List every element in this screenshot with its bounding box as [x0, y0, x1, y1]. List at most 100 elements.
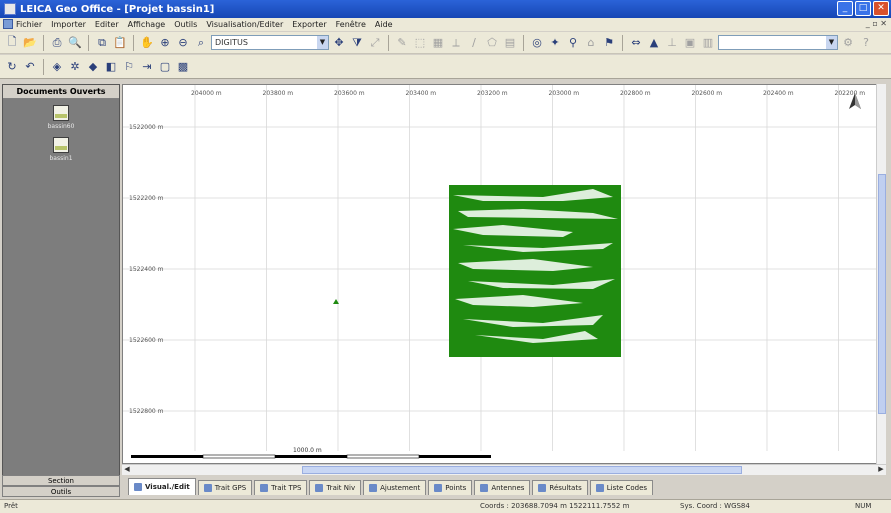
- paste-icon[interactable]: 📋: [112, 35, 128, 51]
- menu-exporter[interactable]: Exporter: [292, 20, 326, 29]
- minimize-button[interactable]: _: [837, 1, 853, 16]
- open-folder-icon[interactable]: 📂: [22, 35, 38, 51]
- tab-ajustement[interactable]: Ajustement: [363, 480, 427, 495]
- window-icon[interactable]: ▢: [157, 59, 173, 75]
- copy-icon[interactable]: ⧉: [94, 35, 110, 51]
- y-tick-label: 1522000 m: [129, 124, 164, 131]
- tab-trait-gps[interactable]: Trait GPS: [197, 480, 253, 495]
- tool-select[interactable]: ▼: [718, 35, 838, 50]
- map-canvas[interactable]: 204000 m 203800 m 203600 m 203400 m 203200 m…: [123, 85, 886, 464]
- scroll-right-arrow[interactable]: ▶: [876, 465, 886, 475]
- menu-editer[interactable]: Editer: [95, 20, 119, 29]
- survey-points-area[interactable]: [449, 185, 621, 357]
- menu-affichage[interactable]: Affichage: [128, 20, 166, 29]
- mdi-controls[interactable]: _ ▫ ✕: [866, 19, 887, 28]
- secondary-toolbar: ↻ ↶ ◈ ✲ ◆ ◧ ⚐ ⇥ ▢ ▩: [0, 55, 891, 79]
- x-tick-label: 203000 m: [549, 90, 580, 97]
- coord-system-select[interactable]: DIGITUS ▼: [211, 35, 329, 50]
- toolbar-separator: [133, 34, 134, 51]
- zoom-in-icon[interactable]: ⊕: [157, 35, 173, 51]
- tool-icon[interactable]: ⤢: [367, 35, 383, 51]
- tab-resultats[interactable]: Résultats: [532, 480, 588, 495]
- points-icon: [434, 484, 443, 492]
- project-icon: [53, 137, 69, 153]
- report-icon[interactable]: ▥: [700, 35, 716, 51]
- x-tick-label: 202600 m: [692, 90, 723, 97]
- flag-icon[interactable]: ⚑: [601, 35, 617, 51]
- toolbar-separator: [88, 34, 89, 51]
- export-icon[interactable]: ⇥: [139, 59, 155, 75]
- antenna-icon: [480, 484, 489, 492]
- zoom-window-icon[interactable]: ⌕: [193, 35, 209, 51]
- level-icon[interactable]: ⊥: [664, 35, 680, 51]
- menu-visualisation[interactable]: Visualisation/Editer: [206, 20, 283, 29]
- refresh-icon[interactable]: ↻: [4, 59, 20, 75]
- area-icon[interactable]: ⬠: [484, 35, 500, 51]
- image-icon[interactable]: ▩: [175, 59, 191, 75]
- pan-hand-icon[interactable]: ✋: [139, 35, 155, 51]
- properties-icon[interactable]: ◧: [103, 59, 119, 75]
- antenna-icon[interactable]: ⚲: [565, 35, 581, 51]
- x-tick-label: 203600 m: [334, 90, 365, 97]
- window-title: LEICA Geo Office - [Projet bassin1]: [20, 3, 215, 15]
- horizontal-scroll-thumb[interactable]: [302, 466, 742, 474]
- x-tick-label: 202400 m: [763, 90, 794, 97]
- scroll-left-arrow[interactable]: ◀: [122, 465, 132, 475]
- print-preview-icon[interactable]: 🔍: [67, 35, 83, 51]
- edit-icon[interactable]: ✎: [394, 35, 410, 51]
- project-label: bassin1: [49, 155, 73, 162]
- horizontal-scrollbar[interactable]: ◀ ▶: [122, 464, 886, 475]
- tab-points[interactable]: Points: [428, 480, 473, 495]
- target-icon[interactable]: ◎: [529, 35, 545, 51]
- layer-icon[interactable]: ◈: [49, 59, 65, 75]
- level-icon: [315, 484, 324, 492]
- x-axis-labels: 204000 m 203800 m 203600 m 203400 m 203200 m…: [191, 90, 865, 97]
- project-item[interactable]: bassin60: [39, 105, 83, 130]
- menu-outils[interactable]: Outils: [174, 20, 197, 29]
- grid-icon[interactable]: ▦: [430, 35, 446, 51]
- new-file-icon[interactable]: 🗋: [4, 35, 20, 51]
- project-item[interactable]: bassin1: [39, 137, 83, 162]
- undo-icon[interactable]: ↶: [22, 59, 38, 75]
- tools-button[interactable]: Outils: [2, 486, 120, 497]
- vertical-scrollbar[interactable]: [876, 84, 886, 464]
- network-icon[interactable]: ✲: [67, 59, 83, 75]
- color-icon[interactable]: ◆: [85, 59, 101, 75]
- zoom-out-icon[interactable]: ⊖: [175, 35, 191, 51]
- table-icon[interactable]: ▤: [502, 35, 518, 51]
- print-icon[interactable]: ⎙: [49, 35, 65, 51]
- close-button[interactable]: ✕: [873, 1, 889, 16]
- satellite-icon[interactable]: ✦: [547, 35, 563, 51]
- menu-fenetre[interactable]: Fenêtre: [336, 20, 366, 29]
- vertical-scroll-thumb[interactable]: [878, 174, 886, 414]
- chevron-down-icon[interactable]: ▼: [826, 36, 837, 49]
- tab-liste-codes[interactable]: Liste Codes: [589, 480, 654, 495]
- options-icon[interactable]: ⚙: [840, 35, 856, 51]
- menu-importer[interactable]: Importer: [51, 20, 86, 29]
- tab-trait-tps[interactable]: Trait TPS: [254, 480, 308, 495]
- menu-aide[interactable]: Aide: [375, 20, 393, 29]
- map-view[interactable]: 204000 m 203800 m 203600 m 203400 m 203200 m…: [122, 84, 886, 464]
- menu-bar: Fichier Importer Editer Affichage Outils…: [0, 18, 891, 31]
- chart-icon[interactable]: ▲: [646, 35, 662, 51]
- chevron-down-icon[interactable]: ▼: [317, 36, 328, 49]
- move-icon[interactable]: ✥: [331, 35, 347, 51]
- help-icon[interactable]: ?: [858, 35, 874, 51]
- flag-red-icon[interactable]: ⚐: [121, 59, 137, 75]
- station-icon[interactable]: ⌂: [583, 35, 599, 51]
- maximize-button[interactable]: □: [855, 1, 871, 16]
- filter-icon[interactable]: ⧩: [349, 35, 365, 51]
- toolbar-separator: [622, 34, 623, 51]
- calc-icon[interactable]: ▣: [682, 35, 698, 51]
- menu-fichier[interactable]: Fichier: [16, 20, 42, 29]
- tab-visual-edit[interactable]: Visual./Edit: [128, 478, 196, 495]
- line-icon[interactable]: ∕: [466, 35, 482, 51]
- coord-system-value: DIGITUS: [215, 38, 248, 47]
- section-button[interactable]: Section: [2, 475, 120, 486]
- link-icon[interactable]: ⇔: [628, 35, 644, 51]
- measure-icon[interactable]: ⟂: [448, 35, 464, 51]
- tab-trait-niv[interactable]: Trait Niv: [309, 480, 362, 495]
- gps-icon: [203, 484, 212, 492]
- select-icon[interactable]: ⬚: [412, 35, 428, 51]
- tab-antennes[interactable]: Antennes: [474, 480, 531, 495]
